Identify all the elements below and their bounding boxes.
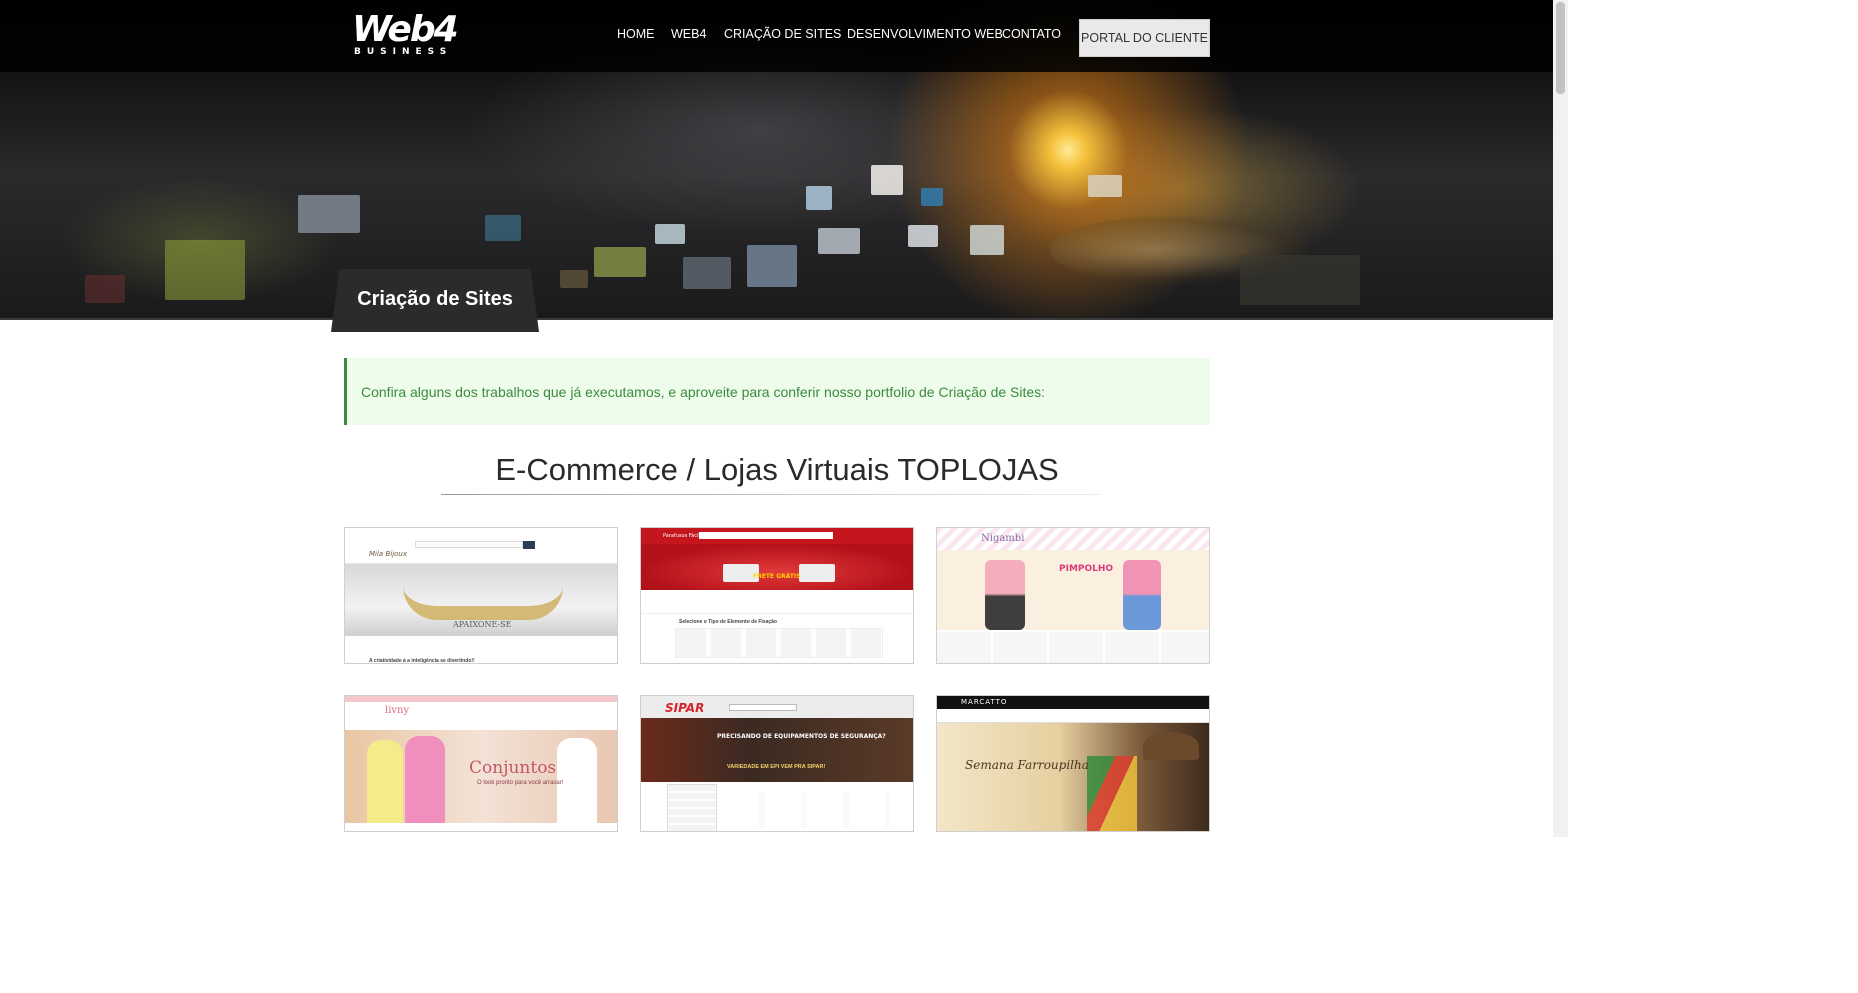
hero-tile [806,186,832,210]
card-footer-text: O look pronto para você arrasar! [477,780,564,786]
page-scrollbar[interactable] [1553,0,1568,837]
card-banner-text: PRECISANDO DE EQUIPAMENTOS DE SEGURANÇA? [717,733,886,740]
intro-callout: Confira alguns dos trabalhos que já exec… [344,358,1210,425]
nav-home[interactable]: HOME [617,27,655,41]
card-site-search [729,704,797,711]
card-banner-text: Semana Farroupilha [965,758,1089,772]
card-site-logo: Parafusos Fácil [663,533,700,539]
card-site-search [415,541,523,548]
card-features [641,590,913,614]
card-site-logo: livny [385,705,410,716]
portfolio-card-nigambi[interactable]: Nigambi PIMPOLHO [936,527,1210,664]
card-banner-text: APAIXONE-SE [453,620,512,629]
hero-tile [818,228,860,254]
card-banner [641,718,913,782]
nav-criacao-de-sites[interactable]: CRIAÇÃO DE SITES [724,27,841,41]
card-model-mid [405,736,445,823]
card-banner-text: PIMPOLHO [1059,564,1114,574]
hero-tile [1088,175,1122,197]
hero-tile [560,270,588,288]
hero-tile [747,245,797,287]
card-hat-figure [1143,732,1199,760]
logo-tagline: BUSINESS [354,47,453,57]
card-shoe-grid-left [985,560,1025,630]
portfolio-card-livny[interactable]: livny Conjuntos O look pronto para você … [344,695,618,832]
nav-web4[interactable]: WEB4 [671,27,706,41]
card-banner-text: Conjuntos [469,758,557,778]
card-product-strip [675,628,883,658]
card-category-menu [667,784,717,831]
card-products-row [723,792,889,828]
card-site-search-btn [523,541,535,549]
top-navigation-bar: Web4 BUSINESS HOME WEB4 CRIAÇÃO DE SITES… [0,0,1553,72]
hero-tile [165,240,245,300]
card-benefits-strip [937,632,1209,663]
card-necklace-image [403,586,563,620]
main-nav: HOME WEB4 CRIAÇÃO DE SITES DESENVOLVIMEN… [0,27,1553,47]
portfolio-card-parafusos-facil[interactable]: Parafusos Fácil FRETE GRÁTIS Selecione o… [640,527,914,664]
card-banner [641,544,913,590]
nav-contato[interactable]: CONTATO [1002,27,1061,41]
hero-tile [485,215,521,241]
hero-banner: Web4 BUSINESS HOME WEB4 CRIAÇÃO DE SITES… [0,0,1553,320]
hero-tile [298,195,360,233]
hero-tile [871,165,903,195]
card-site-logo: SIPAR [665,701,705,715]
card-site-search [699,532,833,539]
section-title-underline [441,494,1101,495]
card-site-menu [937,709,1209,723]
card-flag-stripes [1087,756,1137,831]
portfolio-card-sipar[interactable]: SIPAR PRECISANDO DE EQUIPAMENTOS DE SEGU… [640,695,914,832]
hero-tile [683,257,731,289]
hero-tile [85,275,125,303]
hero-tile [921,188,943,206]
section-title: E-Commerce / Lojas Virtuais TOPLOJAS [495,452,1059,487]
portal-do-cliente-button[interactable]: PORTAL DO CLIENTE [1079,19,1210,57]
card-site-header [937,528,1209,550]
portfolio-card-mila-bijoux[interactable]: Mila Bijoux APAIXONE-SE A criatividade à… [344,527,618,664]
card-footer-text: VARIEDADE EM EPI VEM PRA SIPAR! [727,764,826,770]
hero-tile [970,225,1004,255]
hero-tile [1240,255,1360,305]
hero-tile [655,224,685,244]
card-info-strip [345,636,617,656]
card-banner-text: FRETE GRÁTIS [753,573,801,580]
hero-tile [908,225,938,247]
card-site-logo: Mila Bijoux [369,550,407,558]
portfolio-card-marcatto[interactable]: MARCATTO Semana Farroupilha [936,695,1210,832]
nav-desenvolvimento-web[interactable]: DESENVOLVIMENTO WEB [847,27,1003,41]
hero-divider [0,318,1553,320]
card-truck-right [799,564,835,582]
card-footer-text: A criatividade à a inteligência se diver… [369,658,475,664]
page-title: Criação de Sites [357,288,513,310]
page-title-tab: Criação de Sites [331,269,539,332]
hero-tile [594,247,646,277]
card-footer-text: Selecione o Tipo de Elemento de Fixação [679,619,777,625]
card-shoe-grid-right [1123,560,1161,630]
card-site-logo: MARCATTO [961,698,1008,706]
card-site-logo: Nigambi [981,533,1025,544]
card-model-left [367,740,403,823]
intro-text: Confira alguns dos trabalhos que já exec… [361,383,1046,400]
card-banner [937,550,1209,630]
scrollbar-thumb[interactable] [1556,2,1565,94]
